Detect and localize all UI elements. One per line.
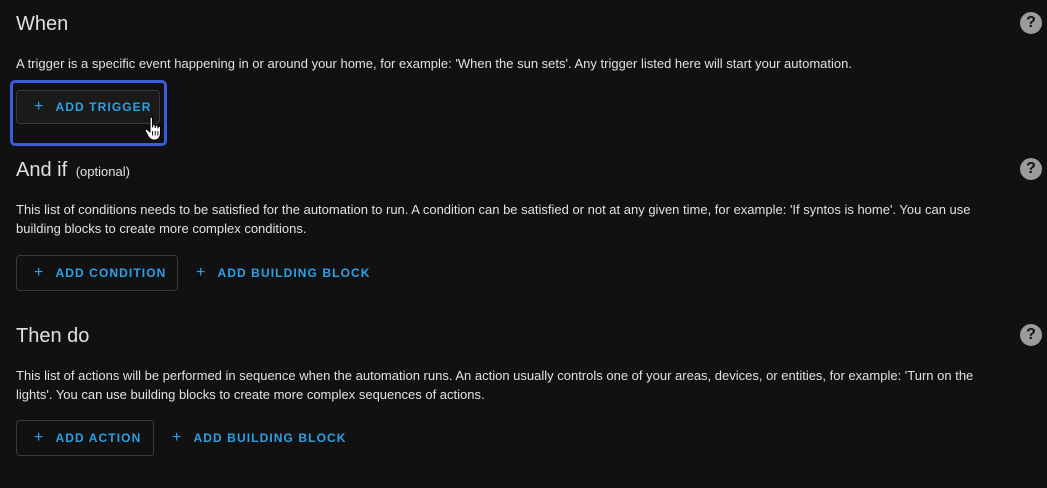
when-description: A trigger is a specific event happening … [16, 56, 852, 71]
then-do-description: This list of actions will be performed i… [16, 366, 1047, 404]
when-buttons: + ADD TRIGGER [16, 90, 1047, 128]
and-if-description: This list of conditions needs to be sati… [16, 200, 1047, 238]
when-section: When ? A trigger is a specific event hap… [16, 10, 1047, 128]
add-trigger-label: ADD TRIGGER [55, 100, 152, 114]
when-header: When ? [16, 10, 1047, 38]
plus-icon: + [34, 98, 45, 115]
then-do-description-line2: lights'. You can use building blocks to … [16, 387, 485, 402]
automation-editor: When ? A trigger is a specific event hap… [0, 0, 1047, 488]
and-if-title: And if (optional) [16, 156, 1047, 186]
when-title: When [16, 13, 69, 35]
add-action-label: ADD ACTION [55, 431, 142, 445]
and-if-title-text: And if [16, 159, 68, 181]
add-building-block-button[interactable]: + ADD BUILDING BLOCK [172, 420, 347, 456]
add-condition-label: ADD CONDITION [55, 266, 167, 280]
add-building-block-button[interactable]: + ADD BUILDING BLOCK [196, 255, 371, 291]
when-help-icon[interactable]: ? [1020, 12, 1042, 34]
then-do-header: Then do ? [16, 322, 1047, 350]
then-do-title: Then do [16, 325, 90, 347]
then-do-help-icon[interactable]: ? [1020, 324, 1042, 346]
add-condition-button[interactable]: + ADD CONDITION [16, 255, 178, 291]
then-do-buttons: + ADD ACTION + ADD BUILDING BLOCK [16, 420, 1047, 458]
then-do-description-line1: This list of actions will be performed i… [16, 368, 974, 383]
and-if-buttons: + ADD CONDITION + ADD BUILDING BLOCK [16, 255, 1047, 293]
and-if-header: And if (optional) ? [16, 156, 1047, 184]
plus-icon: + [172, 429, 183, 446]
plus-icon: + [196, 264, 207, 281]
add-action-button[interactable]: + ADD ACTION [16, 420, 154, 456]
plus-icon: + [34, 264, 45, 281]
then-do-section: Then do ? This list of actions will be p… [16, 322, 1047, 458]
and-if-description-line2: building blocks to create more complex c… [16, 221, 307, 236]
and-if-help-icon[interactable]: ? [1020, 158, 1042, 180]
add-building-block-label: ADD BUILDING BLOCK [193, 431, 347, 445]
optional-label: (optional) [75, 164, 130, 179]
add-building-block-label: ADD BUILDING BLOCK [217, 266, 371, 280]
add-trigger-button[interactable]: + ADD TRIGGER [16, 90, 160, 124]
hand-pointer-icon [144, 116, 162, 141]
plus-icon: + [34, 429, 45, 446]
and-if-description-line1: This list of conditions needs to be sati… [16, 202, 971, 217]
and-if-section: And if (optional) ? This list of conditi… [16, 156, 1047, 293]
